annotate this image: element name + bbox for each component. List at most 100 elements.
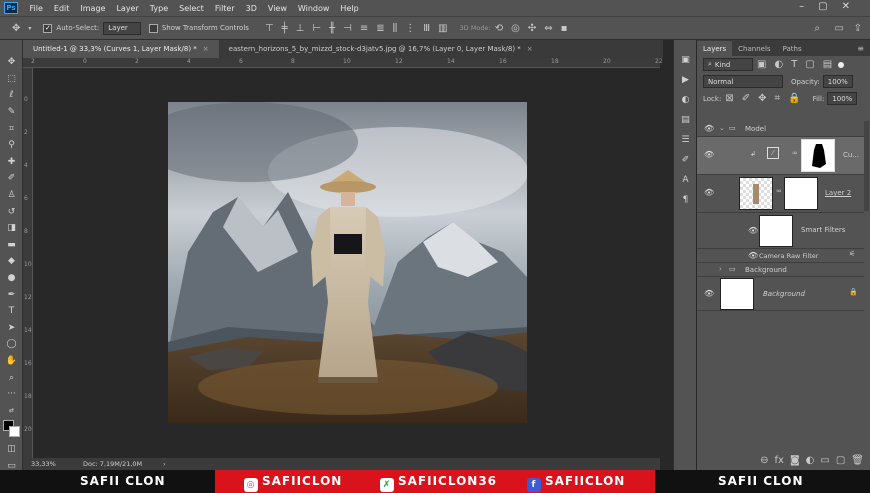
align-top-icon[interactable]: ⊤ xyxy=(265,23,274,34)
expand-chevron-icon[interactable]: ⌄ xyxy=(719,124,725,132)
distribute-h-icon[interactable]: ⫼ xyxy=(393,23,398,34)
delete-layer-icon[interactable]: 🗑 xyxy=(851,455,864,466)
workspace-icon[interactable]: ▭ xyxy=(835,23,844,34)
filter-type-icon[interactable]: T xyxy=(791,59,797,70)
distribute-v-icon[interactable]: ≣ xyxy=(376,23,384,34)
menu-window[interactable]: Window xyxy=(292,4,335,13)
menu-view[interactable]: View xyxy=(262,4,292,13)
libraries-icon[interactable]: ▤ xyxy=(674,110,697,130)
visibility-eye-icon[interactable]: 👁 xyxy=(748,226,758,235)
actions-play-icon[interactable]: ▶ xyxy=(674,70,697,90)
lock-paint-icon[interactable]: ✐ xyxy=(742,93,750,104)
align-right-icon[interactable]: ⊣ xyxy=(343,23,352,34)
layer-thumbnail[interactable] xyxy=(720,278,754,310)
filter-shape-icon[interactable]: ▢ xyxy=(805,59,814,70)
properties-icon[interactable]: ☰ xyxy=(674,130,697,150)
zoom-tool-icon[interactable]: ⌕ xyxy=(0,369,23,386)
filter-smart-icon[interactable]: ▤ xyxy=(823,59,832,70)
lock-artboard-icon[interactable]: ⌗ xyxy=(775,93,781,104)
menu-layer[interactable]: Layer xyxy=(111,4,144,13)
banner-twitter[interactable]: ✗ SAFIICLON36 xyxy=(380,474,497,492)
close-icon[interactable]: × xyxy=(203,45,209,53)
visibility-eye-icon[interactable]: 👁 xyxy=(704,188,714,197)
filter-pixel-icon[interactable]: ▣ xyxy=(757,59,766,70)
new-group-icon[interactable]: ▭ xyxy=(820,455,829,466)
shape-tool-icon[interactable]: ◯ xyxy=(0,336,23,353)
3d-pan-icon[interactable]: ✣ xyxy=(528,23,536,34)
layer-thumbnail[interactable] xyxy=(739,177,773,210)
layer-group-model[interactable]: 👁 ⌄ ▭ Model xyxy=(697,121,864,137)
visibility-eye-icon[interactable]: 👁 xyxy=(704,150,714,159)
distribute-spacing-icon[interactable]: ⋮ xyxy=(405,23,415,34)
path-select-tool-icon[interactable]: ➤ xyxy=(0,320,23,337)
lasso-tool-icon[interactable]: ℓ xyxy=(0,87,23,104)
collapse-chevron-icon[interactable]: › xyxy=(719,265,722,273)
menu-type[interactable]: Type xyxy=(144,4,173,13)
swap-colors-icon[interactable]: ⇄ xyxy=(0,402,23,419)
eraser-tool-icon[interactable]: ◨ xyxy=(0,220,23,237)
color-swatches[interactable] xyxy=(0,419,23,441)
align-bottom-icon[interactable]: ⊥ xyxy=(296,23,305,34)
paragraph-icon[interactable]: ¶ xyxy=(674,190,697,210)
3d-slide-icon[interactable]: ⇔ xyxy=(544,23,552,34)
distribute-width-icon[interactable]: Ⅲ xyxy=(423,23,430,34)
menu-select[interactable]: Select xyxy=(174,4,210,13)
layer-background[interactable]: 👁 Background 🔒 xyxy=(697,277,864,311)
visibility-eye-icon[interactable]: 👁 xyxy=(704,124,714,133)
panel-scrollbar[interactable] xyxy=(864,121,869,211)
ruler-top[interactable]: 2 0 2 4 6 8 10 12 14 16 18 20 22 xyxy=(23,58,663,68)
align-left-icon[interactable]: ⊢ xyxy=(312,23,321,34)
visibility-eye-icon[interactable]: 👁 xyxy=(704,289,714,298)
chevron-down-icon[interactable]: ▾ xyxy=(28,25,31,32)
clone-stamp-tool-icon[interactable]: ♙ xyxy=(0,187,23,204)
pen-tool-icon[interactable]: ✒ xyxy=(0,286,23,303)
filter-options-icon[interactable]: ⚟ xyxy=(849,250,855,258)
gradient-tool-icon[interactable]: ▬ xyxy=(0,237,23,254)
filter-adjust-icon[interactable]: ◐ xyxy=(774,59,783,70)
show-transform-checkbox[interactable] xyxy=(148,23,158,33)
link-layers-icon[interactable]: ⊖ xyxy=(760,455,768,466)
distribute-icon[interactable]: ≡ xyxy=(360,23,368,34)
character-icon[interactable]: A xyxy=(674,170,697,190)
opacity-input[interactable]: 100% xyxy=(822,75,853,88)
mask-link-icon[interactable]: ∞ xyxy=(776,187,782,195)
new-adjustment-icon[interactable]: ◐ xyxy=(806,455,815,466)
window-controls[interactable]: –▢✕ xyxy=(799,1,864,12)
banner-instagram[interactable]: ◎ SAFIICLON xyxy=(244,474,342,492)
auto-align-icon[interactable]: ▥ xyxy=(438,23,447,34)
menu-filter[interactable]: Filter xyxy=(209,4,240,13)
ruler-left[interactable]: 0246810121416182022 xyxy=(23,68,33,466)
photoshop-logo-icon[interactable]: Ps xyxy=(4,2,18,14)
smart-filters-row[interactable]: 👁 Smart Filters xyxy=(697,213,864,249)
tab-untitled-1[interactable]: Untitled-1 @ 33,3% (Curves 1, Layer Mask… xyxy=(23,40,219,58)
align-vcenter-icon[interactable]: ╪ xyxy=(282,23,288,34)
layer-layer-2[interactable]: 👁 ∞ Layer 2 xyxy=(697,175,864,213)
close-icon[interactable]: × xyxy=(527,45,533,53)
lock-position-icon[interactable]: ✥ xyxy=(758,93,766,104)
document-image[interactable] xyxy=(168,102,527,423)
menu-image[interactable]: Image xyxy=(75,4,111,13)
blur-tool-icon[interactable]: ◆ xyxy=(0,253,23,270)
banner-facebook[interactable]: f SAFIICLON xyxy=(527,474,625,492)
quick-select-tool-icon[interactable]: ✎ xyxy=(0,104,23,121)
tab-channels[interactable]: Channels xyxy=(732,41,776,56)
hand-tool-icon[interactable]: ✋ xyxy=(0,353,23,370)
marquee-tool-icon[interactable]: ⬚ xyxy=(0,71,23,88)
dodge-tool-icon[interactable]: ● xyxy=(0,270,23,287)
crop-tool-icon[interactable]: ⌗ xyxy=(0,120,23,137)
menu-help[interactable]: Help xyxy=(335,4,364,13)
filter-toggle[interactable] xyxy=(838,61,845,68)
eyedropper-tool-icon[interactable]: ⚲ xyxy=(0,137,23,154)
3d-rotate-icon[interactable]: ⟲ xyxy=(495,23,503,34)
layer-style-icon[interactable]: fx xyxy=(775,455,784,466)
layer-curves[interactable]: 👁 ↲ ⁄ ∞ Cu... xyxy=(697,137,864,175)
fill-input[interactable]: 100% xyxy=(827,92,858,105)
background-color[interactable] xyxy=(9,426,20,438)
brush-tool-icon[interactable]: ✐ xyxy=(0,170,23,187)
tab-eastern-horizons[interactable]: eastern_horizons_5_by_mizzd_stock-d3jatv… xyxy=(219,40,543,58)
zoom-level[interactable]: 33,33% xyxy=(31,460,83,468)
menu-edit[interactable]: Edit xyxy=(48,4,75,13)
healing-tool-icon[interactable]: ✚ xyxy=(0,154,23,171)
move-tool-icon[interactable]: ✥ xyxy=(12,23,20,34)
menu-file[interactable]: File xyxy=(24,4,48,13)
